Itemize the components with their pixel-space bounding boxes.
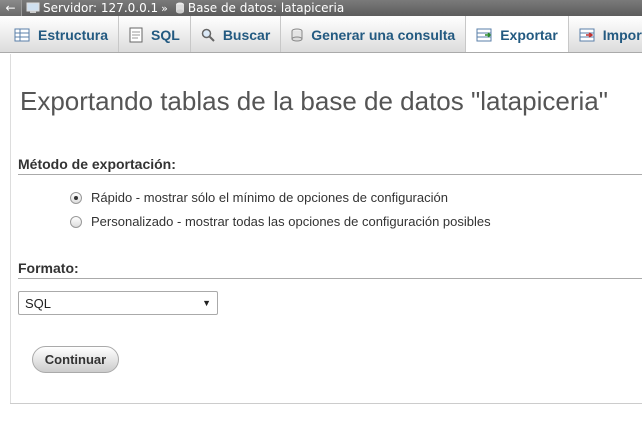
breadcrumb-server-label: Servidor: 127.0.0.1	[43, 1, 159, 15]
tab-exportar[interactable]: Exportar	[466, 16, 569, 52]
arrow-left-icon: ←	[5, 1, 16, 15]
chevron-down-icon: ▼	[202, 298, 211, 308]
tab-label: Buscar	[222, 26, 271, 43]
export-method-custom-option[interactable]: Personalizado - mostrar todas las opcion…	[70, 214, 491, 229]
tab-buscar[interactable]: Buscar	[191, 16, 282, 52]
structure-icon	[14, 28, 30, 42]
sql-icon	[129, 27, 143, 43]
tab-label: Estructura	[38, 26, 109, 43]
tab-generar-consulta[interactable]: Generar una consulta	[281, 16, 467, 52]
import-icon	[579, 28, 595, 42]
tab-label: Exportar	[500, 26, 558, 43]
breadcrumb-separator: »	[161, 1, 168, 15]
export-method-heading: Método de exportación:	[18, 156, 642, 175]
quick-radio-label: Rápido - mostrar sólo el mínimo de opcio…	[91, 190, 448, 205]
breadcrumb-server[interactable]: Servidor: 127.0.0.1	[22, 1, 158, 15]
format-heading: Formato:	[18, 260, 642, 279]
export-method-quick-option[interactable]: Rápido - mostrar sólo el mínimo de opcio…	[70, 190, 448, 205]
tab-label: SQL	[151, 26, 180, 43]
tab-importar[interactable]: Import	[569, 16, 642, 52]
tab-estructura[interactable]: Estructura	[0, 16, 120, 52]
format-select[interactable]: SQL ▼	[18, 291, 218, 315]
continue-button[interactable]: Continuar	[32, 346, 119, 373]
format-select-value: SQL	[25, 295, 52, 311]
query-icon	[291, 28, 303, 42]
export-icon	[476, 28, 492, 42]
custom-radio-label: Personalizado - mostrar todas las opcion…	[91, 214, 491, 229]
quick-radio[interactable]	[70, 191, 82, 204]
back-button[interactable]: ←	[0, 0, 22, 16]
page-title: Exportando tablas de la base de datos "l…	[20, 86, 608, 116]
content-divider	[10, 403, 642, 404]
breadcrumb-database[interactable]: Base de datos: latapiceria	[171, 1, 344, 15]
breadcrumb-database-label: Base de datos: latapiceria	[187, 1, 345, 15]
server-icon	[26, 2, 40, 13]
tab-sql[interactable]: SQL	[119, 16, 191, 52]
search-icon	[201, 28, 215, 42]
content-left-border	[10, 54, 11, 404]
tab-label: Generar una consulta	[311, 26, 456, 43]
tab-bar: Estructura SQL Buscar Generar una consul…	[0, 16, 642, 53]
breadcrumb-bar: ← Servidor: 127.0.0.1 » Base de datos: l…	[0, 0, 642, 16]
database-icon	[175, 2, 184, 14]
tab-label: Import	[602, 26, 642, 43]
custom-radio[interactable]	[70, 215, 82, 228]
